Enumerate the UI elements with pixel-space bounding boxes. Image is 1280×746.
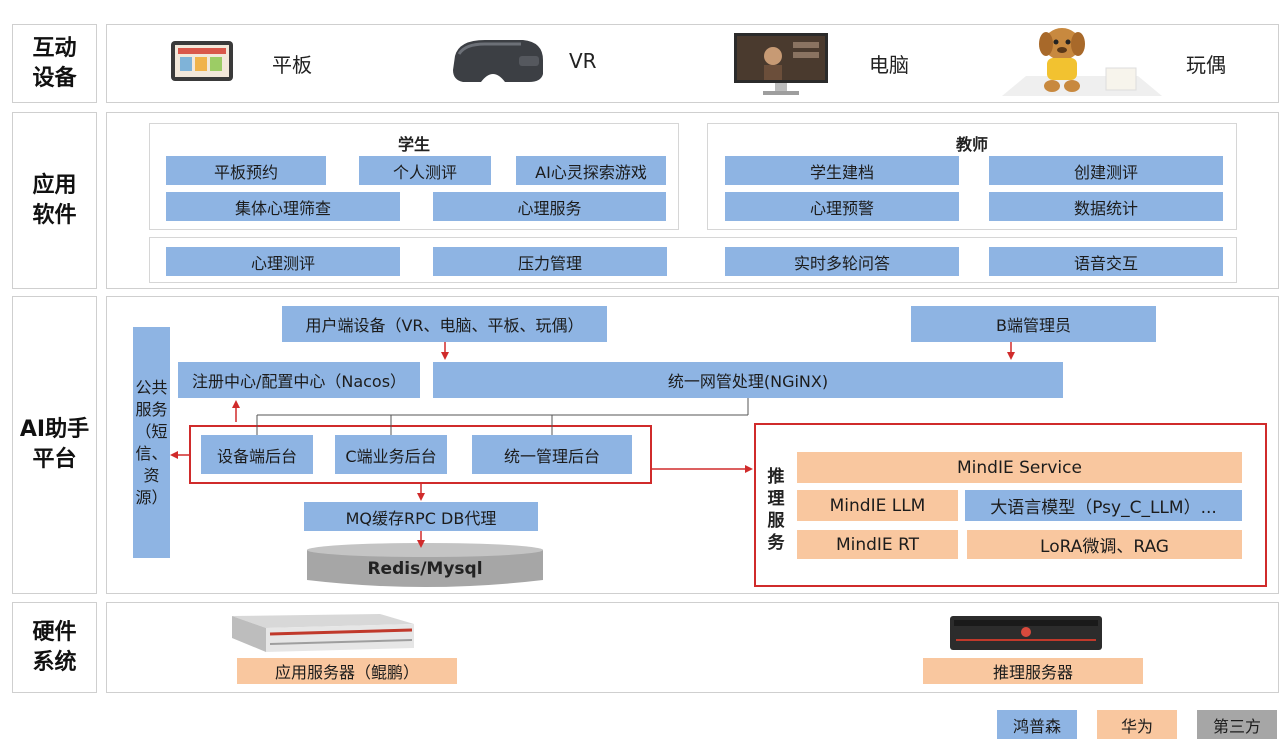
app-server-image [232, 614, 414, 652]
inference-server-image [950, 616, 1102, 650]
legend-item-third-party: 第三方 [1197, 710, 1277, 739]
legend-item-huawei: 华为 [1097, 710, 1177, 739]
app-server-label: 应用服务器（鲲鹏） [237, 658, 457, 684]
legend-item-hongpusen: 鸿普森 [997, 710, 1077, 739]
inference-server-label: 推理服务器 [923, 658, 1143, 684]
